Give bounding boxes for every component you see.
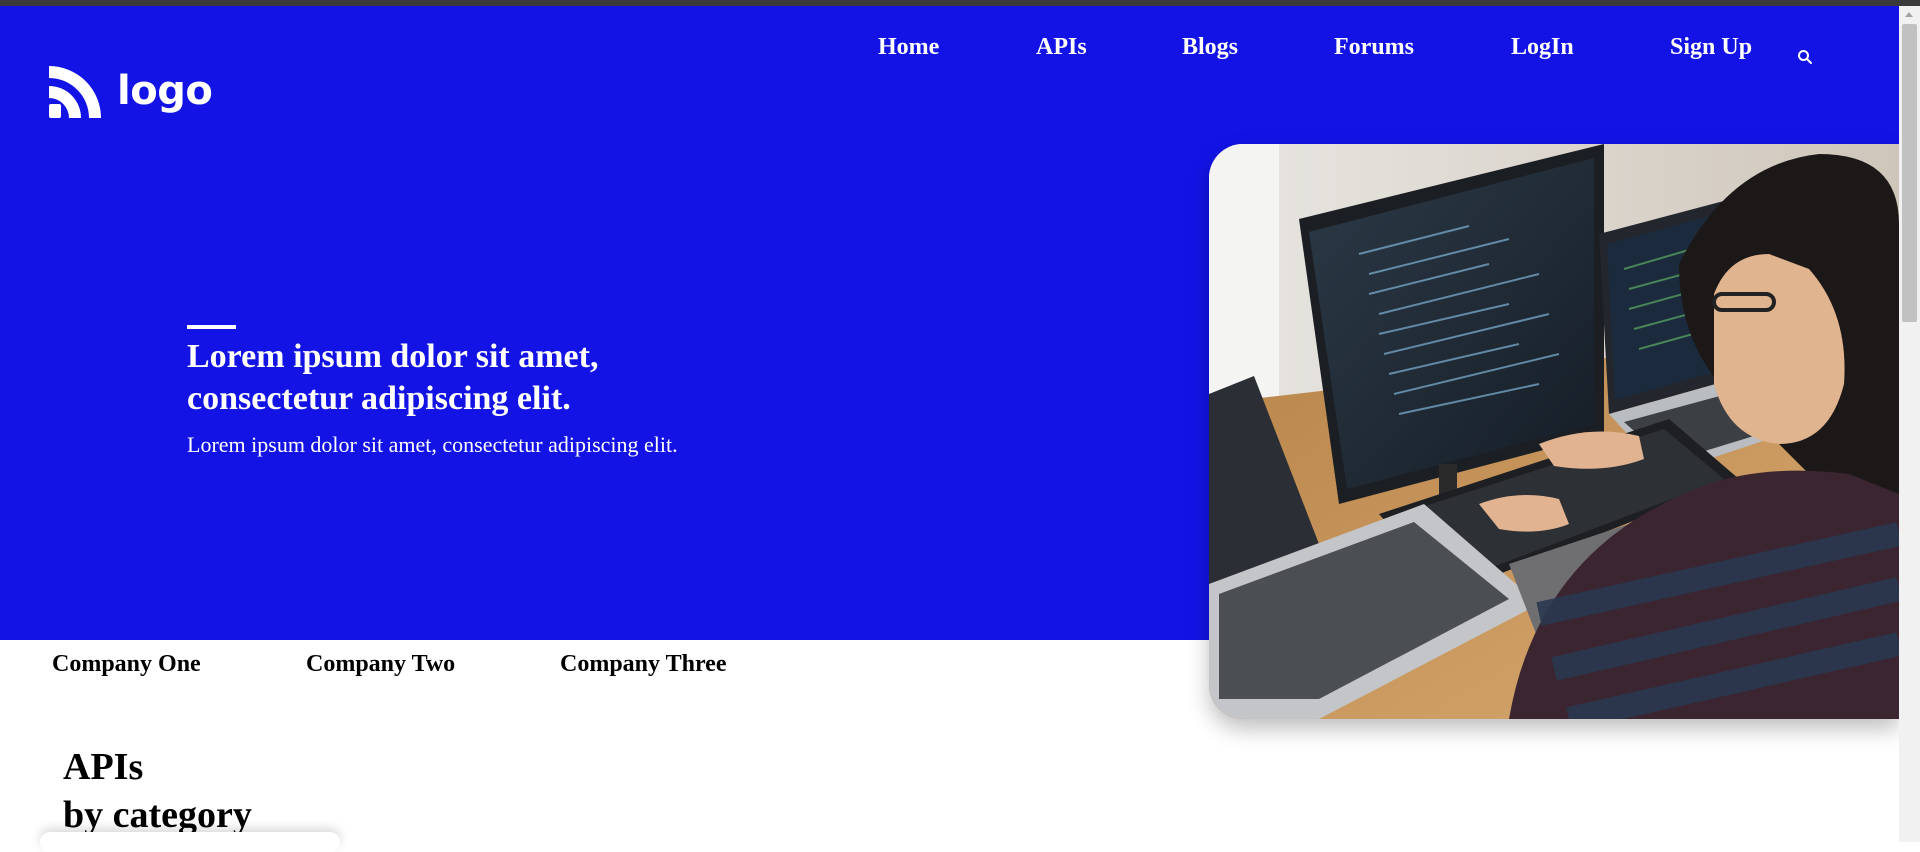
section-title-line1: APIs <box>63 746 144 788</box>
hero-image <box>1209 144 1899 719</box>
section-title-apis: APIs by category <box>63 743 252 839</box>
logo-text: logo <box>117 68 213 114</box>
nav-apis[interactable]: APIs <box>1036 34 1087 61</box>
category-card-edge <box>40 832 340 852</box>
hero-subtitle: Lorem ipsum dolor sit amet, consectetur … <box>187 432 678 457</box>
company-two: Company Two <box>306 651 456 677</box>
hero-title: Lorem ipsum dolor sit amet, consectetur … <box>187 338 599 417</box>
nav-blogs[interactable]: Blogs <box>1182 34 1238 61</box>
scroll-up-arrow-icon[interactable] <box>1905 12 1913 17</box>
hero-accent-line <box>187 325 236 329</box>
nav-home[interactable]: Home <box>878 34 939 61</box>
search-button[interactable] <box>1796 48 1814 66</box>
logo-icon <box>49 66 101 118</box>
main-nav: Home APIs Blogs Forums LogIn Sign Up <box>0 34 1899 68</box>
nav-signup[interactable]: Sign Up <box>1670 34 1752 61</box>
scrollbar-thumb[interactable] <box>1902 24 1917 322</box>
logo[interactable]: logo <box>49 64 213 118</box>
nav-forums[interactable]: Forums <box>1334 34 1414 61</box>
page-scrollbar[interactable] <box>1899 6 1920 842</box>
nav-login[interactable]: LogIn <box>1511 34 1574 61</box>
search-icon <box>1798 50 1812 64</box>
company-three: Company Three <box>560 651 727 677</box>
company-one: Company One <box>52 651 201 677</box>
